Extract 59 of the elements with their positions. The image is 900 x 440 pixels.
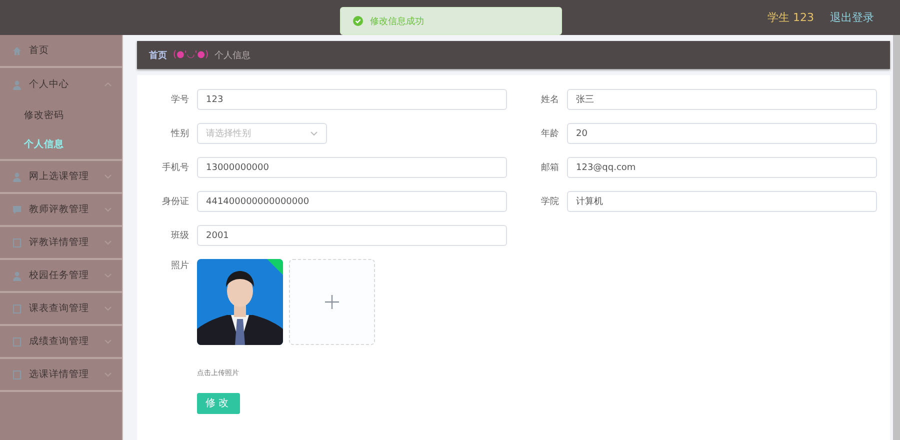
home-icon (12, 46, 22, 56)
menu-item[interactable]: 校园任务管理 (0, 260, 122, 293)
field-label: 手机号 (161, 162, 190, 174)
user-icon (12, 172, 22, 182)
plus-icon (325, 295, 339, 309)
text-field[interactable]: 123 (197, 89, 507, 110)
field-label: 学院 (540, 196, 560, 208)
upload-area[interactable] (289, 259, 375, 345)
field-label: 身份证 (161, 196, 190, 208)
field-label: 年龄 (540, 128, 560, 140)
chevron-icon (104, 82, 112, 87)
field-label: 邮箱 (540, 162, 560, 174)
breadcrumb-link[interactable]: 首页 (149, 48, 167, 62)
chevron-icon (104, 306, 112, 311)
text-field[interactable]: 2001 (197, 225, 507, 246)
field-label: 照片 (170, 260, 190, 272)
text-field[interactable]: 13000000000 (197, 157, 507, 178)
menu-item[interactable]: 个人中心 (0, 68, 122, 101)
breadcrumb-current: 个人信息 (214, 50, 251, 62)
chevron-icon (104, 240, 112, 245)
toast-message: 修改信息成功 (370, 16, 424, 28)
chevron-icon (104, 207, 112, 212)
document-icon (12, 238, 22, 248)
text-field[interactable]: 张三 (567, 89, 877, 110)
user-icon (12, 270, 22, 280)
menu-item[interactable]: 网上选课管理 (0, 161, 122, 194)
menu-item[interactable]: 选课详情管理 (0, 359, 122, 392)
submenu-item[interactable]: 个人信息 (0, 130, 122, 159)
select-field[interactable]: 请选择性别 (197, 123, 327, 144)
field-label: 姓名 (540, 94, 560, 106)
logout-link[interactable]: 退出登录 (830, 10, 874, 25)
text-field[interactable]: 123@qq.com (567, 157, 877, 178)
text-field[interactable]: 计算机 (567, 191, 877, 212)
menu-item[interactable]: 成绩查询管理 (0, 326, 122, 359)
chevron-icon (104, 174, 112, 179)
submit-button[interactable]: 修改 (197, 392, 240, 414)
field-label: 学号 (170, 94, 190, 106)
check-circle-icon (353, 16, 363, 26)
field-label: 性别 (170, 128, 190, 140)
user-name: 学生 123 (768, 10, 814, 25)
emoticon: (●'◡'●) (173, 50, 209, 60)
document-icon (12, 336, 22, 346)
document-icon (12, 370, 22, 380)
scrollbar[interactable] (893, 35, 900, 440)
field-label: 班级 (170, 230, 190, 242)
chat-icon (12, 204, 22, 214)
chevron-icon (310, 131, 318, 136)
menu-item[interactable]: 课表查询管理 (0, 293, 122, 326)
text-field[interactable]: 441400000000000000 (197, 191, 507, 212)
submenu-item[interactable]: 修改密码 (0, 101, 122, 130)
text-field[interactable]: 20 (567, 123, 877, 144)
document-icon (12, 304, 22, 314)
menu-item[interactable]: 教师评教管理 (0, 194, 122, 227)
chevron-icon (104, 273, 112, 278)
menu-item[interactable]: 评教详情管理 (0, 227, 122, 260)
chevron-icon (104, 372, 112, 377)
chevron-icon (104, 339, 112, 344)
menu-item[interactable]: 首页 (0, 35, 122, 68)
user-icon (12, 80, 22, 90)
